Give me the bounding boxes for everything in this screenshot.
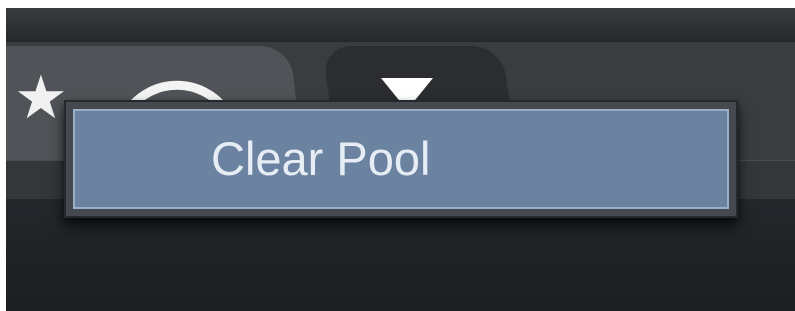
screenshot-frame: ★ Clear Pool (0, 0, 795, 311)
clear-pool-menu-item[interactable]: Clear Pool (73, 109, 729, 209)
title-bar (6, 8, 795, 42)
menu-item-label: Clear Pool (211, 132, 431, 185)
context-menu: Clear Pool (64, 100, 738, 218)
star-icon[interactable]: ★ (14, 68, 68, 128)
